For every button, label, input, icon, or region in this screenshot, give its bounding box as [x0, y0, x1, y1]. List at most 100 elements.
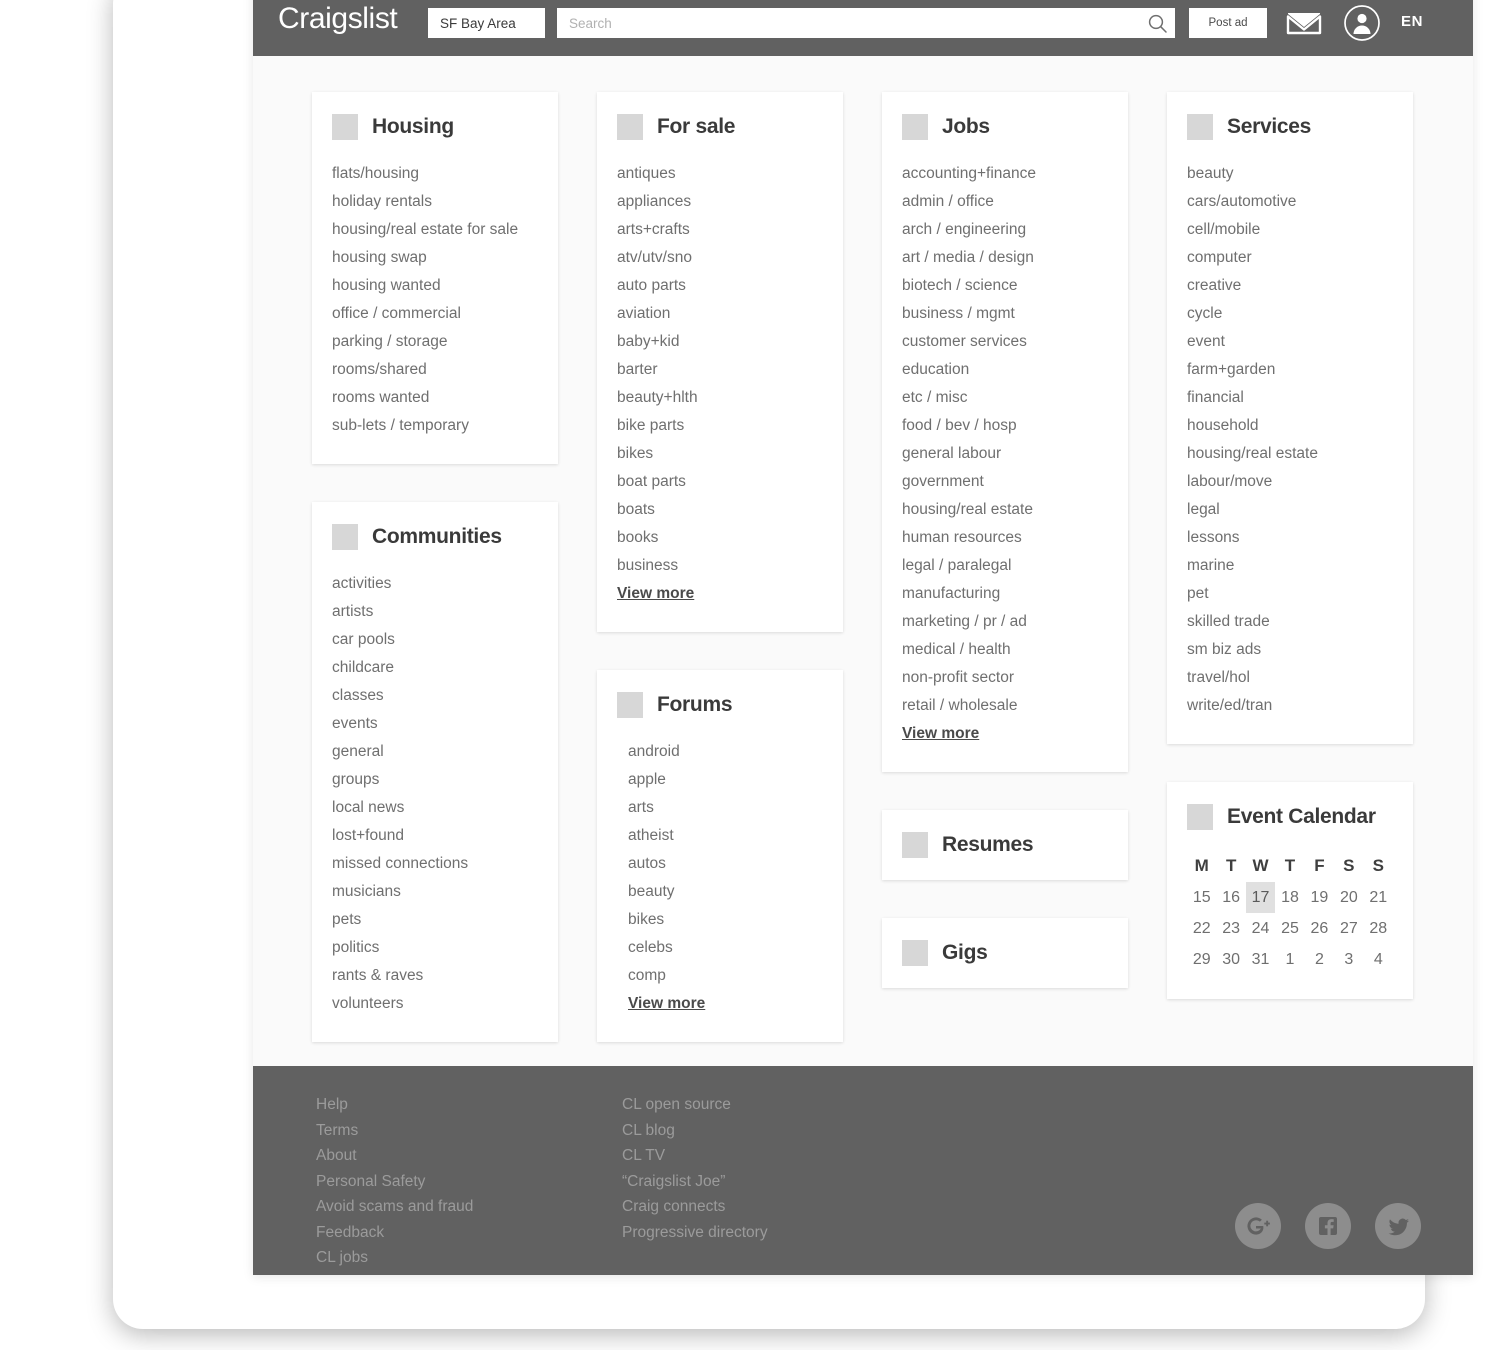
category-link[interactable]: bikes [628, 906, 823, 934]
calendar-day[interactable]: 16 [1216, 882, 1245, 913]
footer-link[interactable]: “Craigslist Joe” [622, 1169, 768, 1195]
footer-link[interactable]: CL TV [622, 1143, 768, 1169]
category-link[interactable]: rooms/shared [332, 356, 538, 384]
footer-link[interactable]: Help [316, 1092, 473, 1118]
category-link[interactable]: politics [332, 934, 538, 962]
calendar-day[interactable]: 27 [1334, 913, 1363, 944]
category-link[interactable]: appliances [617, 188, 823, 216]
category-link[interactable]: lessons [1187, 524, 1393, 552]
category-link[interactable]: event [1187, 328, 1393, 356]
calendar-day[interactable]: 24 [1246, 913, 1275, 944]
footer-link[interactable]: Terms [316, 1118, 473, 1144]
category-link[interactable]: atheist [628, 822, 823, 850]
calendar-day[interactable]: 18 [1275, 882, 1304, 913]
site-logo[interactable]: Craigslist [278, 2, 398, 36]
category-link[interactable]: pet [1187, 580, 1393, 608]
category-link[interactable]: volunteers [332, 990, 538, 1018]
category-link[interactable]: business [617, 552, 823, 580]
category-link[interactable]: financial [1187, 384, 1393, 412]
category-link[interactable]: lost+found [332, 822, 538, 850]
search-input[interactable] [557, 8, 1139, 38]
category-link[interactable]: childcare [332, 654, 538, 682]
category-link[interactable]: beauty [628, 878, 823, 906]
footer-link[interactable]: CL blog [622, 1118, 768, 1144]
category-link[interactable]: musicians [332, 878, 538, 906]
category-link[interactable]: artists [332, 598, 538, 626]
category-link[interactable]: business / mgmt [902, 300, 1108, 328]
category-link[interactable]: classes [332, 682, 538, 710]
calendar-day[interactable]: 26 [1305, 913, 1334, 944]
category-link[interactable]: arts+crafts [617, 216, 823, 244]
category-link[interactable]: office / commercial [332, 300, 538, 328]
category-link[interactable]: labour/move [1187, 468, 1393, 496]
footer-link[interactable]: Progressive directory [622, 1220, 768, 1246]
category-link[interactable]: household [1187, 412, 1393, 440]
category-link[interactable]: general [332, 738, 538, 766]
category-link[interactable]: comp [628, 962, 823, 990]
category-link[interactable]: autos [628, 850, 823, 878]
category-link[interactable]: rooms wanted [332, 384, 538, 412]
category-link[interactable]: creative [1187, 272, 1393, 300]
category-link[interactable]: apple [628, 766, 823, 794]
category-link[interactable]: write/ed/tran [1187, 692, 1393, 720]
category-link[interactable]: missed connections [332, 850, 538, 878]
calendar-day[interactable]: 21 [1364, 882, 1393, 913]
category-link[interactable]: human resources [902, 524, 1108, 552]
category-link[interactable]: holiday rentals [332, 188, 538, 216]
category-link[interactable]: car pools [332, 626, 538, 654]
category-link[interactable]: manufacturing [902, 580, 1108, 608]
footer-link[interactable]: CL open source [622, 1092, 768, 1118]
footer-link[interactable]: Craig connects [622, 1194, 768, 1220]
user-avatar-icon[interactable] [1343, 4, 1381, 42]
category-link[interactable]: food / bev / hosp [902, 412, 1108, 440]
footer-link[interactable]: Feedback [316, 1220, 473, 1246]
calendar-day[interactable]: 29 [1187, 944, 1216, 975]
category-link[interactable]: barter [617, 356, 823, 384]
category-link[interactable]: parking / storage [332, 328, 538, 356]
category-link[interactable]: aviation [617, 300, 823, 328]
category-link[interactable]: activities [332, 570, 538, 598]
category-link[interactable]: biotech / science [902, 272, 1108, 300]
category-link[interactable]: housing swap [332, 244, 538, 272]
category-link[interactable]: auto parts [617, 272, 823, 300]
category-link[interactable]: celebs [628, 934, 823, 962]
calendar-day[interactable]: 20 [1334, 882, 1363, 913]
category-link[interactable]: cycle [1187, 300, 1393, 328]
category-link[interactable]: government [902, 468, 1108, 496]
category-link[interactable]: beauty+hlth [617, 384, 823, 412]
envelope-icon[interactable] [1285, 6, 1323, 40]
calendar-day[interactable]: 1 [1275, 944, 1304, 975]
category-link[interactable]: bikes [617, 440, 823, 468]
search-icon[interactable] [1139, 13, 1175, 34]
category-link[interactable]: housing/real estate for sale [332, 216, 538, 244]
category-link[interactable]: computer [1187, 244, 1393, 272]
category-link[interactable]: general labour [902, 440, 1108, 468]
category-link[interactable]: cell/mobile [1187, 216, 1393, 244]
category-link[interactable]: skilled trade [1187, 608, 1393, 636]
category-link[interactable]: arts [628, 794, 823, 822]
category-link[interactable]: pets [332, 906, 538, 934]
category-link[interactable]: beauty [1187, 160, 1393, 188]
facebook-icon[interactable] [1305, 1203, 1351, 1249]
category-link[interactable]: atv/utv/sno [617, 244, 823, 272]
category-link[interactable]: rants & raves [332, 962, 538, 990]
category-link[interactable]: housing/real estate [902, 496, 1108, 524]
category-link[interactable]: boat parts [617, 468, 823, 496]
category-link[interactable]: art / media / design [902, 244, 1108, 272]
category-link[interactable]: local news [332, 794, 538, 822]
jobs-view-more-link[interactable]: View more [902, 720, 979, 748]
category-link[interactable]: books [617, 524, 823, 552]
category-link[interactable]: boats [617, 496, 823, 524]
twitter-icon[interactable] [1375, 1203, 1421, 1249]
calendar-day[interactable]: 28 [1364, 913, 1393, 944]
category-link[interactable]: etc / misc [902, 384, 1108, 412]
category-link[interactable]: android [628, 738, 823, 766]
footer-link[interactable]: About [316, 1143, 473, 1169]
category-link[interactable]: housing/real estate [1187, 440, 1393, 468]
category-link[interactable]: legal / paralegal [902, 552, 1108, 580]
category-link[interactable]: legal [1187, 496, 1393, 524]
calendar-day[interactable]: 25 [1275, 913, 1304, 944]
calendar-day[interactable]: 31 [1246, 944, 1275, 975]
for-sale-view-more-link[interactable]: View more [617, 580, 694, 608]
category-link[interactable]: marketing / pr / ad [902, 608, 1108, 636]
